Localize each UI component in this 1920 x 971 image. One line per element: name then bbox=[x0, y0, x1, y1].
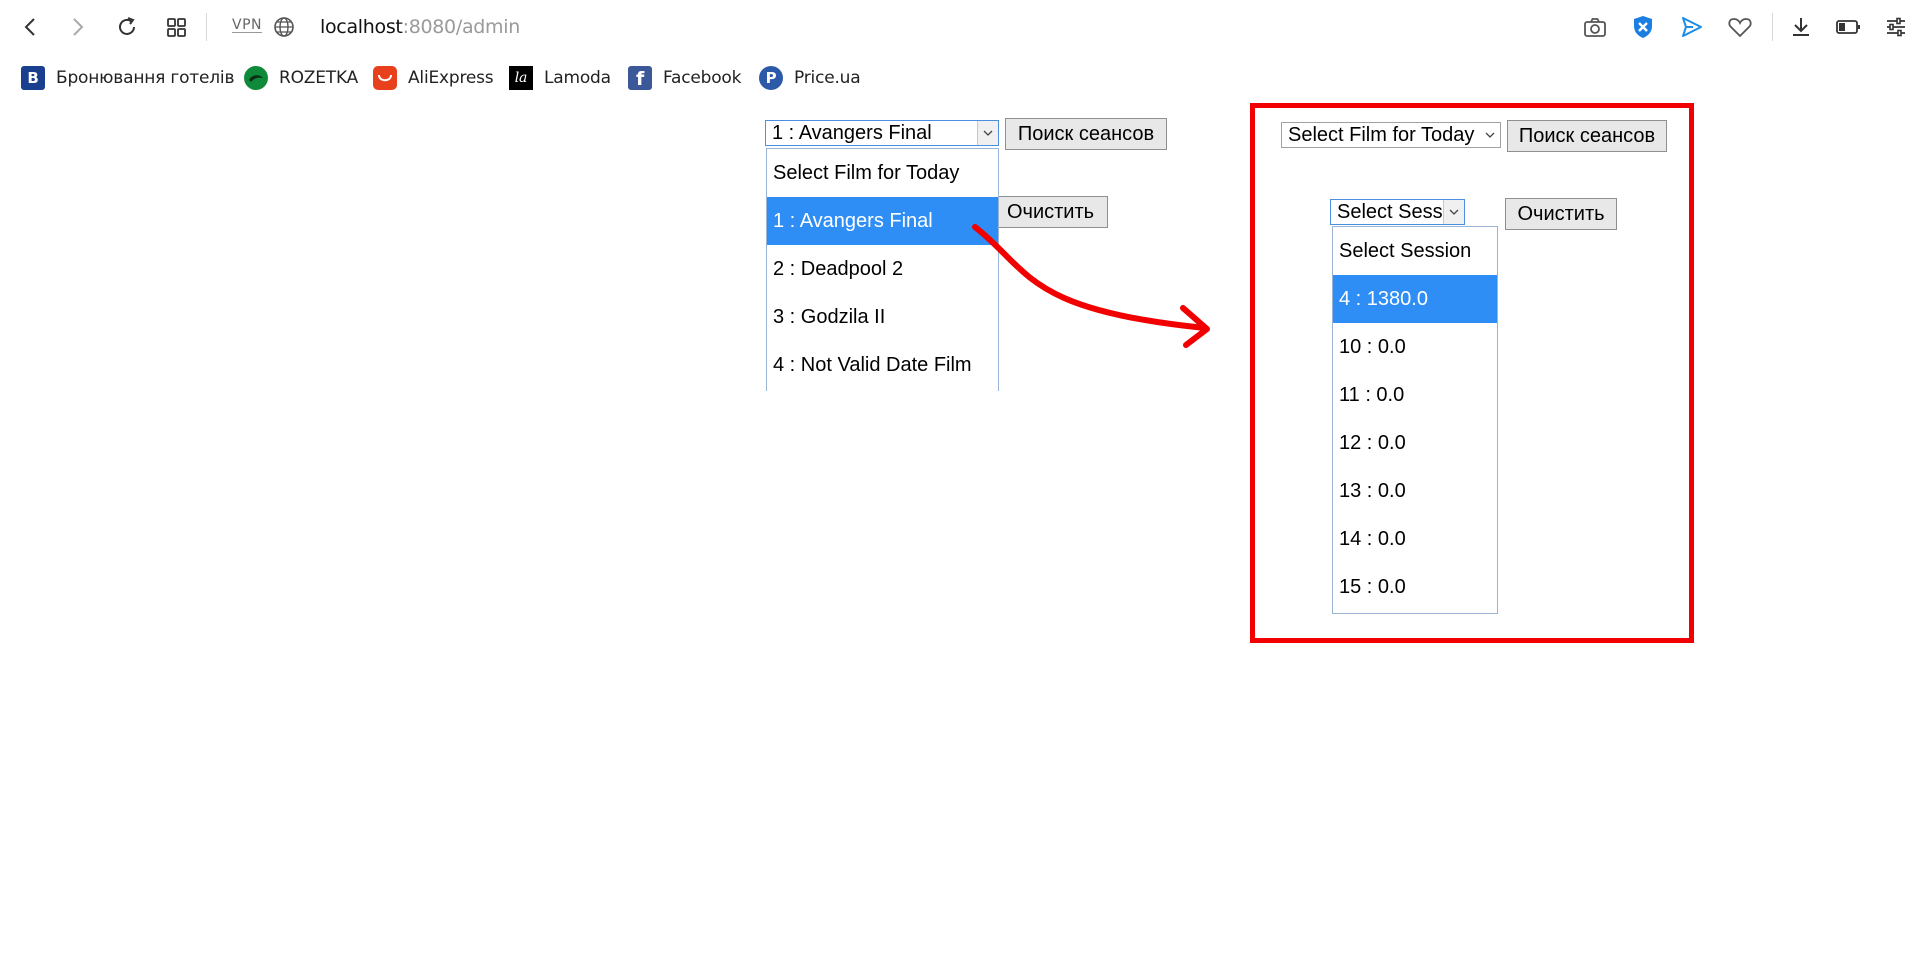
heart-icon[interactable] bbox=[1725, 12, 1755, 42]
download-icon[interactable] bbox=[1786, 12, 1816, 42]
session-select[interactable]: Select Session bbox=[1330, 199, 1465, 225]
shield-icon[interactable] bbox=[1628, 12, 1658, 42]
session-dropdown-list: Select Session 4 : 1380.0 10 : 0.0 11 : … bbox=[1332, 226, 1498, 614]
bookmark-lamoda[interactable]: la Lamoda bbox=[509, 66, 611, 90]
film-option[interactable]: 3 : Godzila II bbox=[767, 293, 998, 341]
session-option-selected[interactable]: 4 : 1380.0 bbox=[1333, 275, 1497, 323]
film-option[interactable]: Select Film for Today bbox=[767, 149, 998, 197]
bookmark-priceua[interactable]: P Price.ua bbox=[759, 66, 861, 90]
session-option[interactable]: Select Session bbox=[1333, 227, 1497, 275]
chevron-down-icon bbox=[1480, 123, 1500, 147]
globe-icon[interactable] bbox=[272, 15, 296, 44]
grid-icon[interactable] bbox=[162, 12, 192, 42]
session-option[interactable]: 12 : 0.0 bbox=[1333, 419, 1497, 467]
vpn-badge[interactable]: VPN bbox=[232, 18, 262, 33]
bookmark-label: AliExpress bbox=[408, 68, 494, 88]
chevron-down-icon bbox=[1443, 200, 1464, 224]
bookmarks-bar: B Бронювання готелів ROZETKA AliExpress … bbox=[0, 60, 1920, 94]
film-select[interactable]: 1 : Avangers Final bbox=[765, 120, 999, 146]
bookmark-facebook[interactable]: f Facebook bbox=[628, 66, 741, 90]
priceua-icon: P bbox=[759, 66, 783, 90]
film-dropdown-list: Select Film for Today 1 : Avangers Final… bbox=[766, 148, 999, 391]
url-host: localhost bbox=[320, 16, 403, 38]
address-bar[interactable]: localhost:8080/admin bbox=[320, 16, 520, 38]
aliexpress-icon bbox=[373, 66, 397, 90]
forward-icon[interactable] bbox=[62, 12, 92, 42]
search-sessions-button-right[interactable]: Поиск сеансов bbox=[1507, 120, 1667, 152]
bookmark-label: Price.ua bbox=[794, 68, 861, 88]
bookmark-label: ROZETKA bbox=[279, 68, 359, 88]
battery-icon[interactable] bbox=[1833, 12, 1863, 42]
search-sessions-button[interactable]: Поиск сеансов bbox=[1005, 118, 1167, 150]
film-select-right[interactable]: Select Film for Today bbox=[1281, 122, 1501, 148]
clear-button[interactable]: Очистить bbox=[993, 196, 1108, 228]
film-option[interactable]: 2 : Deadpool 2 bbox=[767, 245, 998, 293]
session-option[interactable]: 15 : 0.0 bbox=[1333, 563, 1497, 611]
bookmark-aliexpress[interactable]: AliExpress bbox=[373, 66, 494, 90]
rozetka-icon bbox=[244, 66, 268, 90]
booking-icon: B bbox=[21, 66, 45, 90]
camera-icon[interactable] bbox=[1580, 12, 1610, 42]
url-path: :8080/admin bbox=[402, 16, 521, 38]
session-option[interactable]: 11 : 0.0 bbox=[1333, 371, 1497, 419]
session-option[interactable]: 14 : 0.0 bbox=[1333, 515, 1497, 563]
reload-icon[interactable] bbox=[112, 12, 142, 42]
send-icon[interactable] bbox=[1677, 12, 1707, 42]
clear-button-right[interactable]: Очистить bbox=[1505, 198, 1617, 230]
film-option[interactable]: 4 : Not Valid Date Film bbox=[767, 341, 998, 389]
film-select-value: 1 : Avangers Final bbox=[772, 122, 932, 144]
film-option-selected[interactable]: 1 : Avangers Final bbox=[767, 197, 998, 245]
lamoda-icon: la bbox=[509, 66, 533, 90]
film-select-value: Select Film for Today bbox=[1288, 124, 1475, 146]
bookmark-label: Facebook bbox=[663, 68, 742, 88]
settings-icon[interactable] bbox=[1881, 12, 1911, 42]
facebook-icon: f bbox=[628, 66, 652, 90]
back-icon[interactable] bbox=[16, 12, 46, 42]
bookmark-booking[interactable]: B Бронювання готелів bbox=[21, 66, 234, 90]
browser-toolbar: VPN localhost:8080/admin bbox=[0, 0, 1920, 56]
toolbar-divider bbox=[206, 13, 207, 41]
chevron-down-icon bbox=[977, 121, 998, 145]
arrow-line bbox=[972, 224, 1208, 331]
bookmark-label: Lamoda bbox=[544, 68, 611, 88]
toolbar-divider bbox=[1772, 13, 1773, 41]
bookmark-rozetka[interactable]: ROZETKA bbox=[244, 66, 358, 90]
session-option[interactable]: 10 : 0.0 bbox=[1333, 323, 1497, 371]
session-option[interactable]: 13 : 0.0 bbox=[1333, 467, 1497, 515]
bookmark-label: Бронювання готелів bbox=[56, 68, 235, 88]
arrow-head bbox=[1180, 305, 1210, 348]
